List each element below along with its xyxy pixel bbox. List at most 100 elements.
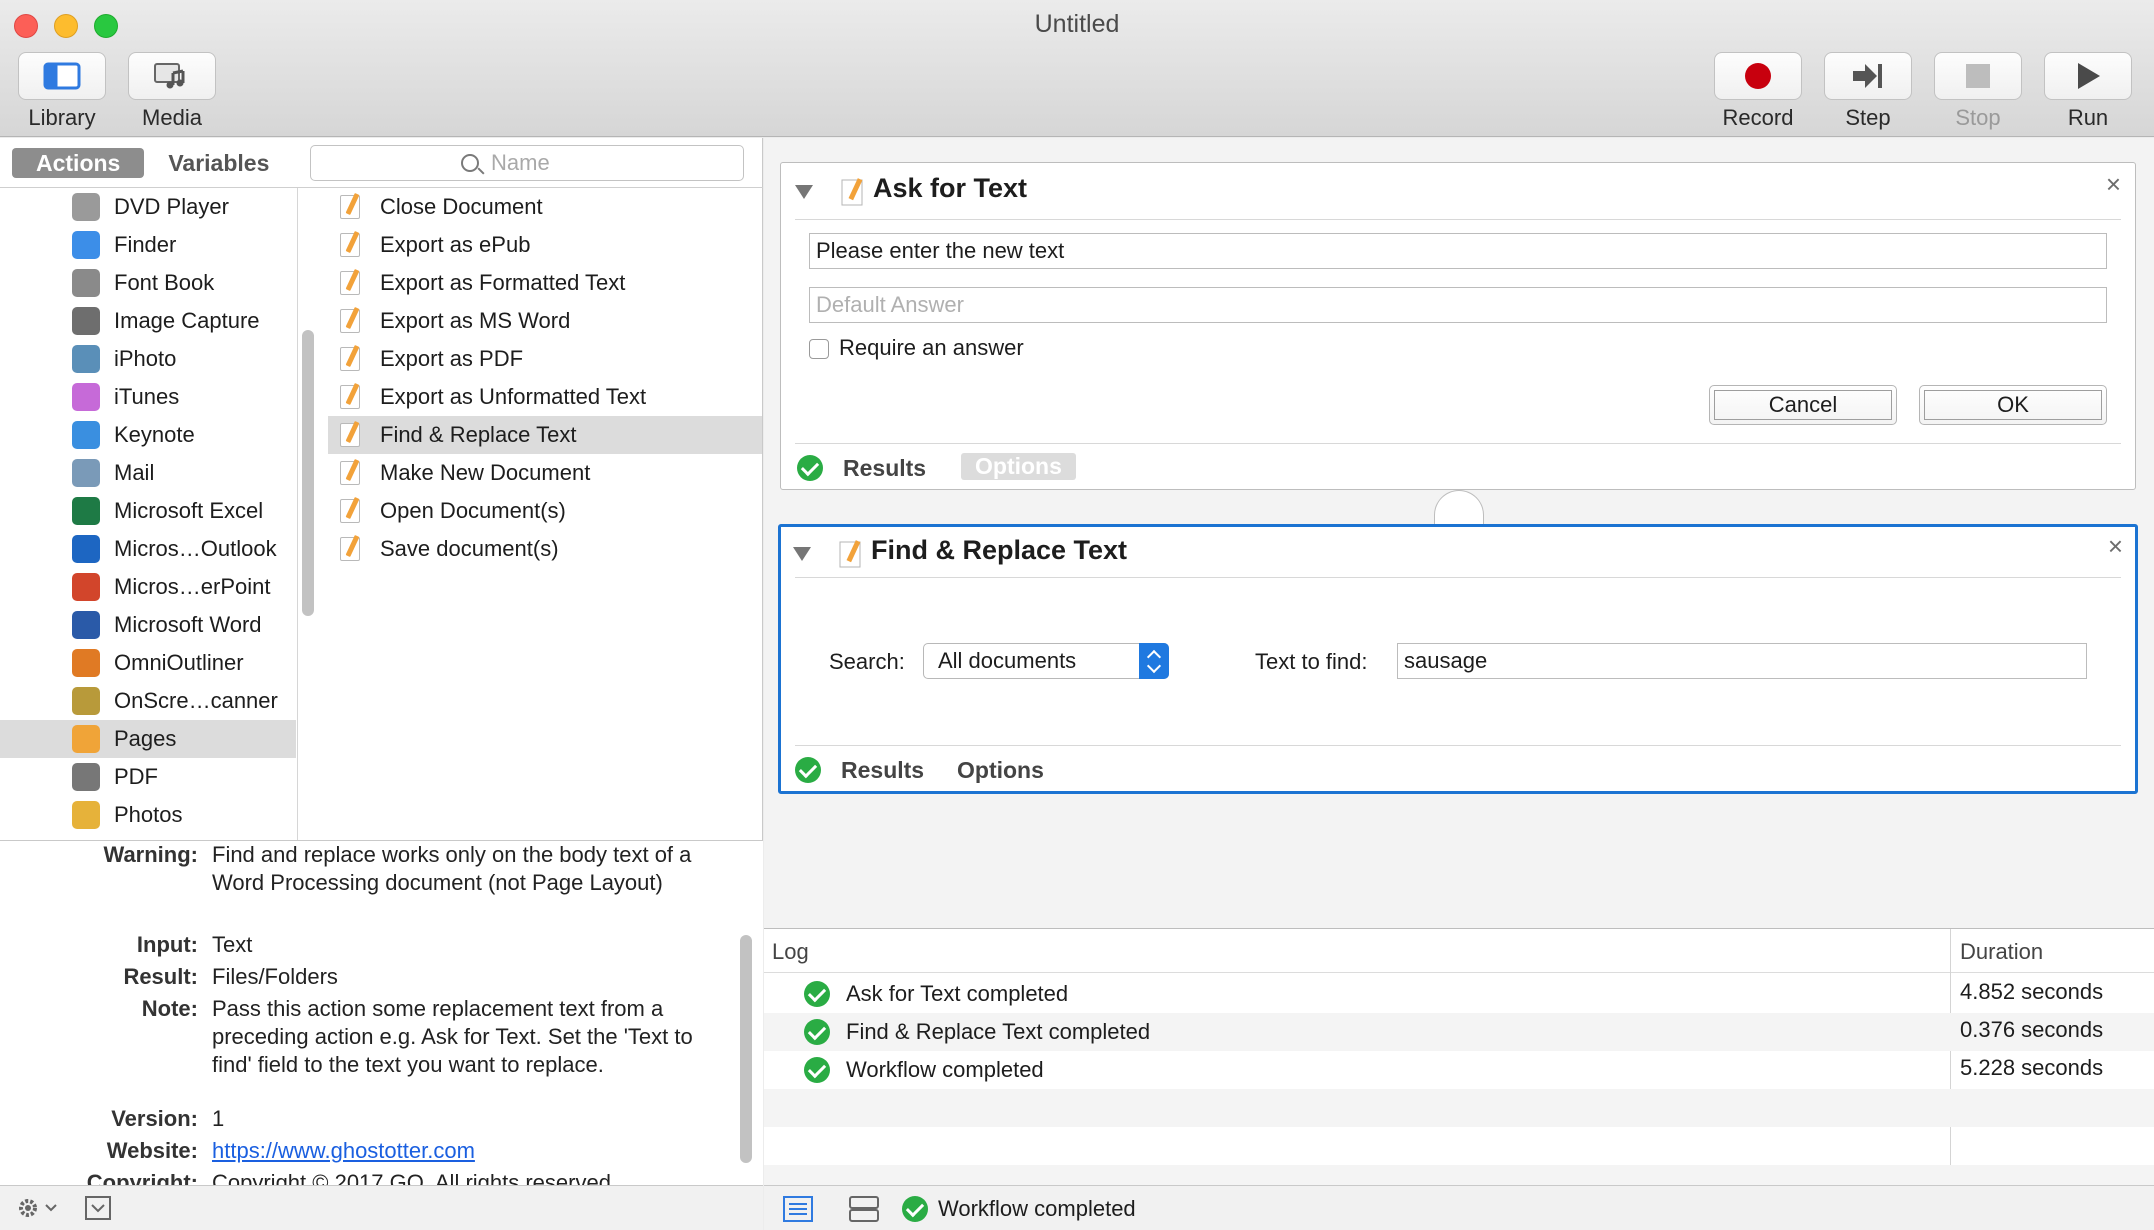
library-toolbar-button[interactable]: Library bbox=[18, 52, 106, 131]
library-item[interactable]: iTunes bbox=[0, 378, 296, 416]
library-item[interactable]: Micros…Outlook bbox=[0, 530, 296, 568]
action-item[interactable]: Open Document(s) bbox=[328, 492, 762, 530]
tab-actions[interactable]: Actions bbox=[12, 148, 145, 178]
action-item[interactable]: Export as PDF bbox=[328, 340, 762, 378]
website-link[interactable]: https://www.ghostotter.com bbox=[212, 1138, 475, 1163]
ask-options-tab[interactable]: Options bbox=[961, 453, 1076, 480]
desc-copyright-row: Copyright: Copyright © 2017 GO. All righ… bbox=[0, 1169, 740, 1185]
action-item[interactable]: Export as Formatted Text bbox=[328, 264, 762, 302]
desc-website-key: Website: bbox=[106, 1138, 198, 1163]
search-select[interactable]: All documents bbox=[923, 643, 1169, 679]
library-item[interactable]: Image Capture bbox=[0, 302, 296, 340]
log-row[interactable]: Find & Replace Text completed 0.376 secon… bbox=[764, 1013, 2154, 1051]
gear-icon[interactable] bbox=[16, 1196, 62, 1220]
library-item[interactable]: Micros…erPoint bbox=[0, 568, 296, 606]
library-item[interactable]: Microsoft Excel bbox=[0, 492, 296, 530]
action-item[interactable]: Close Document bbox=[328, 188, 762, 226]
find-options-tab[interactable]: Options bbox=[957, 757, 1044, 784]
show-description-icon[interactable] bbox=[84, 1195, 112, 1221]
ask-results-tab[interactable]: Results bbox=[843, 455, 926, 482]
log-row-text: Find & Replace Text completed bbox=[846, 1019, 1151, 1044]
pages-icon bbox=[338, 306, 364, 335]
media-icon bbox=[154, 63, 185, 89]
ok-button[interactable]: OK bbox=[1919, 385, 2107, 425]
log-row[interactable]: Workflow completed 5.228 seconds bbox=[764, 1051, 2154, 1089]
find-results-tab[interactable]: Results bbox=[841, 757, 924, 784]
library-item[interactable]: OnScre…canner bbox=[0, 682, 296, 720]
desc-warning-row: Warning: Find and replace works only on … bbox=[0, 841, 740, 897]
ask-for-text-action[interactable]: Ask for Text × Please enter the new text… bbox=[780, 162, 2136, 490]
workflow-view-icon[interactable] bbox=[848, 1195, 880, 1223]
list-view-icon[interactable] bbox=[782, 1195, 814, 1223]
description-scrollbar[interactable] bbox=[740, 935, 752, 1163]
library-item[interactable]: Microsoft Word bbox=[0, 606, 296, 644]
library-item[interactable]: Photos bbox=[0, 796, 296, 834]
close-icon[interactable]: × bbox=[2108, 531, 2123, 562]
record-button-face[interactable] bbox=[1714, 52, 1802, 100]
stop-toolbar-button[interactable]: Stop bbox=[1934, 52, 2022, 131]
step-button-face[interactable] bbox=[1824, 52, 1912, 100]
log-row[interactable]: Ask for Text completed 4.852 seconds bbox=[764, 975, 2154, 1013]
action-item[interactable]: Export as MS Word bbox=[328, 302, 762, 340]
find-replace-action[interactable]: Find & Replace Text × Search: All docume… bbox=[778, 524, 2138, 794]
library-item[interactable]: Finder bbox=[0, 226, 296, 264]
disclosure-triangle-icon[interactable] bbox=[795, 185, 813, 199]
log-header: Log Duration bbox=[764, 929, 2154, 973]
library-item[interactable]: Pages bbox=[0, 720, 296, 758]
close-icon[interactable]: × bbox=[2106, 169, 2121, 200]
run-toolbar-button[interactable]: Run bbox=[2044, 52, 2132, 131]
default-answer-field[interactable]: Default Answer bbox=[809, 287, 2107, 323]
cancel-button[interactable]: Cancel bbox=[1709, 385, 1897, 425]
desc-copyright-key: Copyright: bbox=[86, 1170, 198, 1185]
log-column-header[interactable]: Log bbox=[772, 939, 809, 965]
stop-button-face[interactable] bbox=[1934, 52, 2022, 100]
library-scrollbar[interactable] bbox=[302, 330, 314, 616]
library-item[interactable]: Mail bbox=[0, 454, 296, 492]
action-item-label: Export as MS Word bbox=[380, 308, 571, 333]
action-item[interactable]: Export as ePub bbox=[328, 226, 762, 264]
checkmark-icon bbox=[795, 757, 821, 783]
question-field[interactable]: Please enter the new text bbox=[809, 233, 2107, 269]
pages-icon bbox=[338, 268, 364, 297]
step-toolbar-button[interactable]: Step bbox=[1824, 52, 1912, 131]
library-item[interactable]: OmniOutliner bbox=[0, 644, 296, 682]
divider bbox=[795, 443, 2121, 444]
pages-icon bbox=[338, 458, 364, 487]
disclosure-triangle-icon[interactable] bbox=[793, 547, 811, 561]
log-row-empty bbox=[764, 1089, 2154, 1127]
desc-note-row: Note: Pass this action some replacement … bbox=[0, 995, 740, 1079]
library-item-label: Finder bbox=[114, 232, 177, 257]
library-item[interactable]: PDF bbox=[0, 758, 296, 796]
media-toolbar-button[interactable]: Media bbox=[128, 52, 216, 131]
action-item[interactable]: Save document(s) bbox=[328, 530, 762, 568]
library-item[interactable]: Keynote bbox=[0, 416, 296, 454]
app-icon bbox=[72, 687, 100, 715]
desc-result-row: Result: Files/Folders bbox=[0, 963, 740, 991]
library-item[interactable]: iPhoto bbox=[0, 340, 296, 378]
search-input[interactable] bbox=[491, 148, 731, 178]
app-icon bbox=[72, 611, 100, 639]
action-item[interactable]: Find & Replace Text bbox=[328, 416, 762, 454]
action-item[interactable]: Make New Document bbox=[328, 454, 762, 492]
desc-version-key: Version: bbox=[111, 1106, 198, 1131]
search-field[interactable] bbox=[310, 145, 744, 181]
duration-column-header[interactable]: Duration bbox=[1960, 939, 2043, 965]
desc-warning-value: Find and replace works only on the body … bbox=[212, 842, 692, 895]
library-item[interactable]: DVD Player bbox=[0, 188, 296, 226]
text-to-find-field[interactable]: sausage bbox=[1397, 643, 2087, 679]
chevron-updown-icon bbox=[1139, 643, 1169, 679]
action-item[interactable]: Export as Unformatted Text bbox=[328, 378, 762, 416]
action-item-label: Save document(s) bbox=[380, 536, 559, 561]
run-button-face[interactable] bbox=[2044, 52, 2132, 100]
workflow-bottom-bar: Workflow completed bbox=[764, 1185, 2154, 1230]
tab-variables[interactable]: Variables bbox=[144, 148, 293, 178]
library-button-face[interactable] bbox=[18, 52, 106, 100]
library-item-label: Pages bbox=[114, 726, 177, 751]
require-answer-checkbox[interactable] bbox=[809, 339, 829, 359]
record-toolbar-button[interactable]: Record bbox=[1714, 52, 1802, 131]
library-item[interactable]: Font Book bbox=[0, 264, 296, 302]
checkmark-icon bbox=[804, 1019, 830, 1045]
library-item-label: Microsoft Word bbox=[114, 612, 262, 637]
pages-icon bbox=[338, 344, 364, 373]
media-button-face[interactable] bbox=[128, 52, 216, 100]
